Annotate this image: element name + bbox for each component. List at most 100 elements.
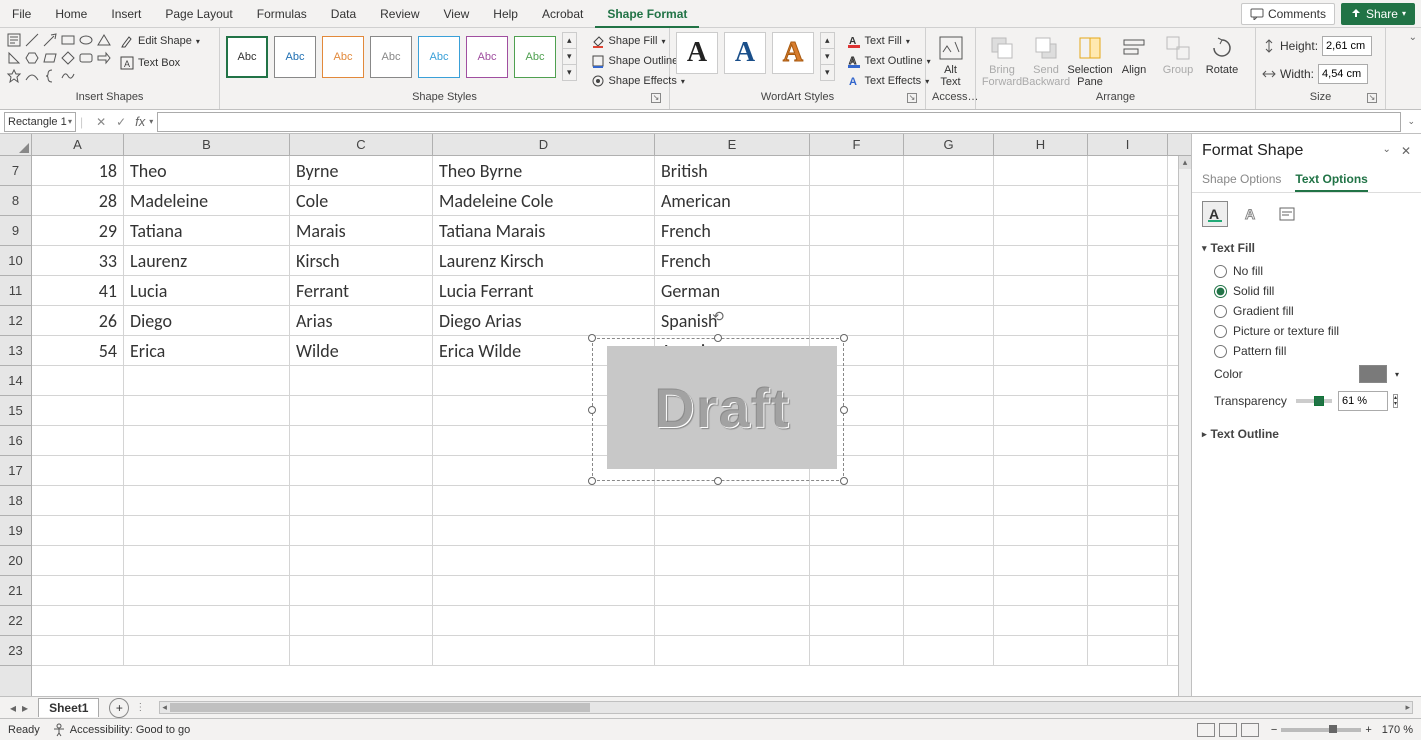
- pane-tab-text-options[interactable]: Text Options: [1295, 168, 1367, 192]
- resize-handle-ne[interactable]: [840, 334, 848, 342]
- cell[interactable]: [810, 246, 904, 275]
- zoom-out-icon[interactable]: −: [1271, 724, 1277, 736]
- cell[interactable]: [904, 216, 994, 245]
- scroll-thumb[interactable]: [170, 703, 590, 712]
- cell[interactable]: [290, 426, 433, 455]
- cell[interactable]: Byrne: [290, 156, 433, 185]
- cell[interactable]: 54: [32, 336, 124, 365]
- row-header[interactable]: 15: [0, 396, 31, 426]
- cell[interactable]: [810, 216, 904, 245]
- cell[interactable]: [655, 606, 810, 635]
- resize-handle-nw[interactable]: [588, 334, 596, 342]
- size-launcher[interactable]: ↘: [1367, 93, 1377, 103]
- shape-gallery[interactable]: [6, 32, 112, 84]
- selection-pane-button[interactable]: Selection Pane: [1070, 32, 1110, 90]
- cell[interactable]: [32, 426, 124, 455]
- cell[interactable]: [994, 156, 1088, 185]
- cell[interactable]: [904, 426, 994, 455]
- cell[interactable]: [994, 486, 1088, 515]
- cell[interactable]: [1088, 546, 1168, 575]
- text-fill-section-header[interactable]: ▾ Text Fill: [1202, 241, 1411, 255]
- column-header[interactable]: I: [1088, 134, 1168, 155]
- cell[interactable]: [124, 486, 290, 515]
- column-header[interactable]: H: [994, 134, 1088, 155]
- row-header[interactable]: 17: [0, 456, 31, 486]
- column-header[interactable]: A: [32, 134, 124, 155]
- name-box[interactable]: Rectangle 1 ▾: [4, 112, 76, 132]
- pane-tab-shape-options[interactable]: Shape Options: [1202, 168, 1281, 192]
- cell[interactable]: [32, 366, 124, 395]
- cell[interactable]: [32, 576, 124, 605]
- cell[interactable]: Ferrant: [290, 276, 433, 305]
- column-header[interactable]: C: [290, 134, 433, 155]
- wordart-style-3[interactable]: A: [772, 32, 814, 74]
- row-header[interactable]: 21: [0, 576, 31, 606]
- cell[interactable]: [124, 546, 290, 575]
- shape-style-gallery[interactable]: Abc Abc Abc Abc Abc Abc Abc ▴ ▾ ▾: [226, 32, 577, 81]
- cell[interactable]: British: [655, 156, 810, 185]
- zoom-level[interactable]: 170 %: [1382, 724, 1413, 736]
- cell[interactable]: [433, 576, 655, 605]
- text-effects-pane-icon[interactable]: A: [1238, 201, 1264, 227]
- cell[interactable]: [1088, 576, 1168, 605]
- cell[interactable]: [904, 516, 994, 545]
- cell[interactable]: [994, 426, 1088, 455]
- new-sheet-button[interactable]: +: [109, 698, 129, 718]
- spinner-down-icon[interactable]: ▾: [1394, 401, 1397, 407]
- cell[interactable]: [994, 576, 1088, 605]
- cell[interactable]: [904, 246, 994, 275]
- cell[interactable]: Arias: [290, 306, 433, 335]
- cell[interactable]: [124, 636, 290, 665]
- cell[interactable]: [290, 576, 433, 605]
- cell[interactable]: Diego Arias: [433, 306, 655, 335]
- shape-style-7[interactable]: Abc: [514, 36, 556, 78]
- resize-handle-w[interactable]: [588, 406, 596, 414]
- cell[interactable]: [904, 576, 994, 605]
- picture-fill-radio[interactable]: Picture or texture fill: [1202, 321, 1411, 341]
- cell[interactable]: [994, 546, 1088, 575]
- cell[interactable]: [290, 456, 433, 485]
- enter-formula-icon[interactable]: ✓: [113, 115, 129, 129]
- cell[interactable]: Madeleine Cole: [433, 186, 655, 215]
- cell[interactable]: [1088, 246, 1168, 275]
- cell[interactable]: [433, 546, 655, 575]
- cell[interactable]: [810, 516, 904, 545]
- gallery-down-icon[interactable]: ▾: [821, 48, 834, 64]
- cell[interactable]: 29: [32, 216, 124, 245]
- cell[interactable]: [810, 636, 904, 665]
- cell[interactable]: [655, 576, 810, 605]
- text-box-pane-icon[interactable]: [1274, 201, 1300, 227]
- scroll-left-icon[interactable]: ◂: [162, 702, 167, 713]
- resize-handle-s[interactable]: [714, 477, 722, 485]
- tab-view[interactable]: View: [432, 0, 482, 28]
- color-picker[interactable]: [1359, 365, 1387, 383]
- cell[interactable]: Laurenz Kirsch: [433, 246, 655, 275]
- cell[interactable]: [994, 336, 1088, 365]
- row-header[interactable]: 10: [0, 246, 31, 276]
- cell[interactable]: Madeleine: [124, 186, 290, 215]
- row-header[interactable]: 20: [0, 546, 31, 576]
- cell[interactable]: 26: [32, 306, 124, 335]
- view-page-layout-icon[interactable]: [1219, 723, 1237, 737]
- tab-data[interactable]: Data: [319, 0, 368, 28]
- tab-file[interactable]: File: [0, 0, 43, 28]
- cell[interactable]: [904, 486, 994, 515]
- shape-styles-launcher[interactable]: ↘: [651, 93, 661, 103]
- comments-button[interactable]: Comments: [1241, 3, 1335, 25]
- cell[interactable]: [433, 516, 655, 545]
- cell[interactable]: [904, 336, 994, 365]
- cell[interactable]: [810, 606, 904, 635]
- cell[interactable]: [994, 396, 1088, 425]
- cell[interactable]: [994, 246, 1088, 275]
- tab-formulas[interactable]: Formulas: [245, 0, 319, 28]
- column-header[interactable]: G: [904, 134, 994, 155]
- cell[interactable]: Lucia: [124, 276, 290, 305]
- cell[interactable]: [290, 486, 433, 515]
- formula-expand-icon[interactable]: ⌄: [1401, 116, 1421, 127]
- cell[interactable]: Lucia Ferrant: [433, 276, 655, 305]
- transparency-slider[interactable]: [1296, 399, 1332, 403]
- cell[interactable]: [433, 606, 655, 635]
- cell[interactable]: [655, 636, 810, 665]
- gradient-fill-radio[interactable]: Gradient fill: [1202, 301, 1411, 321]
- cell[interactable]: [1088, 216, 1168, 245]
